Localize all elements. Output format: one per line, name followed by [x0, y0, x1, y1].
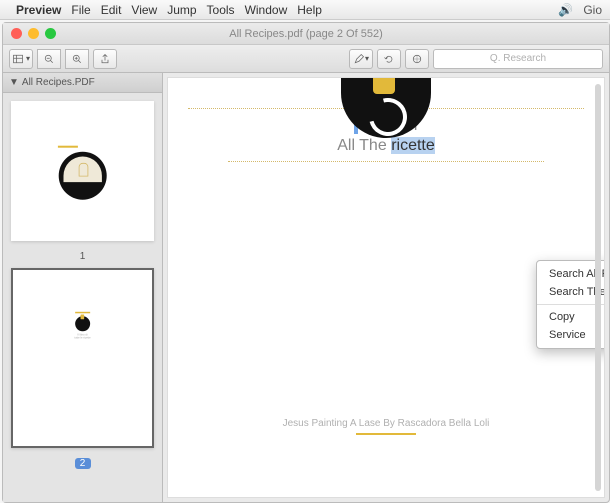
user-name[interactable]: Gio	[583, 3, 602, 17]
menu-file[interactable]: File	[71, 3, 90, 17]
zoom-button[interactable]	[45, 28, 56, 39]
page-number-1: 1	[11, 251, 154, 262]
page-subtitle: Jesus Painting A Lase By Rascadora Bella…	[168, 418, 604, 439]
close-button[interactable]	[11, 28, 22, 39]
ctx-search-books[interactable]: Search All Rice Books..."	[537, 265, 605, 283]
traffic-lights	[11, 28, 56, 39]
search-field[interactable]: Q. Research	[433, 49, 603, 69]
sidebar-header: ▼ All Recipes.PDF	[3, 73, 162, 93]
markup-button[interactable]	[405, 49, 429, 69]
ctx-service[interactable]: Service▶	[537, 326, 605, 344]
ctx-copy[interactable]: Copy	[537, 308, 605, 326]
page-thumbnail-2[interactable]: Il libro ditutte le ricette	[11, 268, 154, 448]
zoom-in-button[interactable]	[65, 49, 89, 69]
page-logo	[341, 78, 431, 138]
menu-tools[interactable]: Tools	[207, 3, 235, 17]
menu-edit[interactable]: Edit	[101, 3, 122, 17]
window-titlebar[interactable]: All Recipes.pdf (page 2 Of 552)	[3, 23, 609, 45]
annotate-button[interactable]: ▾	[349, 49, 373, 69]
menu-window[interactable]: Window	[245, 3, 288, 17]
preview-window: All Recipes.pdf (page 2 Of 552) ▾ ▾ Q. R…	[2, 22, 610, 503]
minimize-button[interactable]	[28, 28, 39, 39]
zoom-out-button[interactable]	[37, 49, 61, 69]
context-menu: Search All Rice Books..." Search The Web…	[536, 260, 605, 349]
toolbar: ▾ ▾ Q. Research	[3, 45, 609, 73]
page-number-2: 2	[75, 458, 91, 469]
selected-text[interactable]: ricette	[391, 137, 435, 154]
menu-jump[interactable]: Jump	[167, 3, 196, 17]
volume-icon[interactable]: 🔊	[558, 3, 573, 17]
page-thumbnail-1[interactable]	[11, 101, 154, 241]
menu-view[interactable]: View	[131, 3, 157, 17]
ctx-separator	[537, 304, 605, 305]
rotate-button[interactable]	[377, 49, 401, 69]
thumbnails-sidebar: ▼ All Recipes.PDF 1 Il libro ditutte le …	[3, 73, 163, 502]
ctx-search-web[interactable]: Search The Web	[537, 283, 605, 301]
system-menubar: Preview File Edit View Jump Tools Window…	[0, 0, 610, 20]
view-mode-button[interactable]: ▾	[9, 49, 33, 69]
app-menu[interactable]: Preview	[16, 3, 61, 17]
share-button[interactable]	[93, 49, 117, 69]
document-canvas[interactable]: Book Of All The ricette Jesus Painting A…	[167, 77, 605, 498]
menu-help[interactable]: Help	[297, 3, 322, 17]
window-title: All Recipes.pdf (page 2 Of 552)	[229, 28, 383, 40]
